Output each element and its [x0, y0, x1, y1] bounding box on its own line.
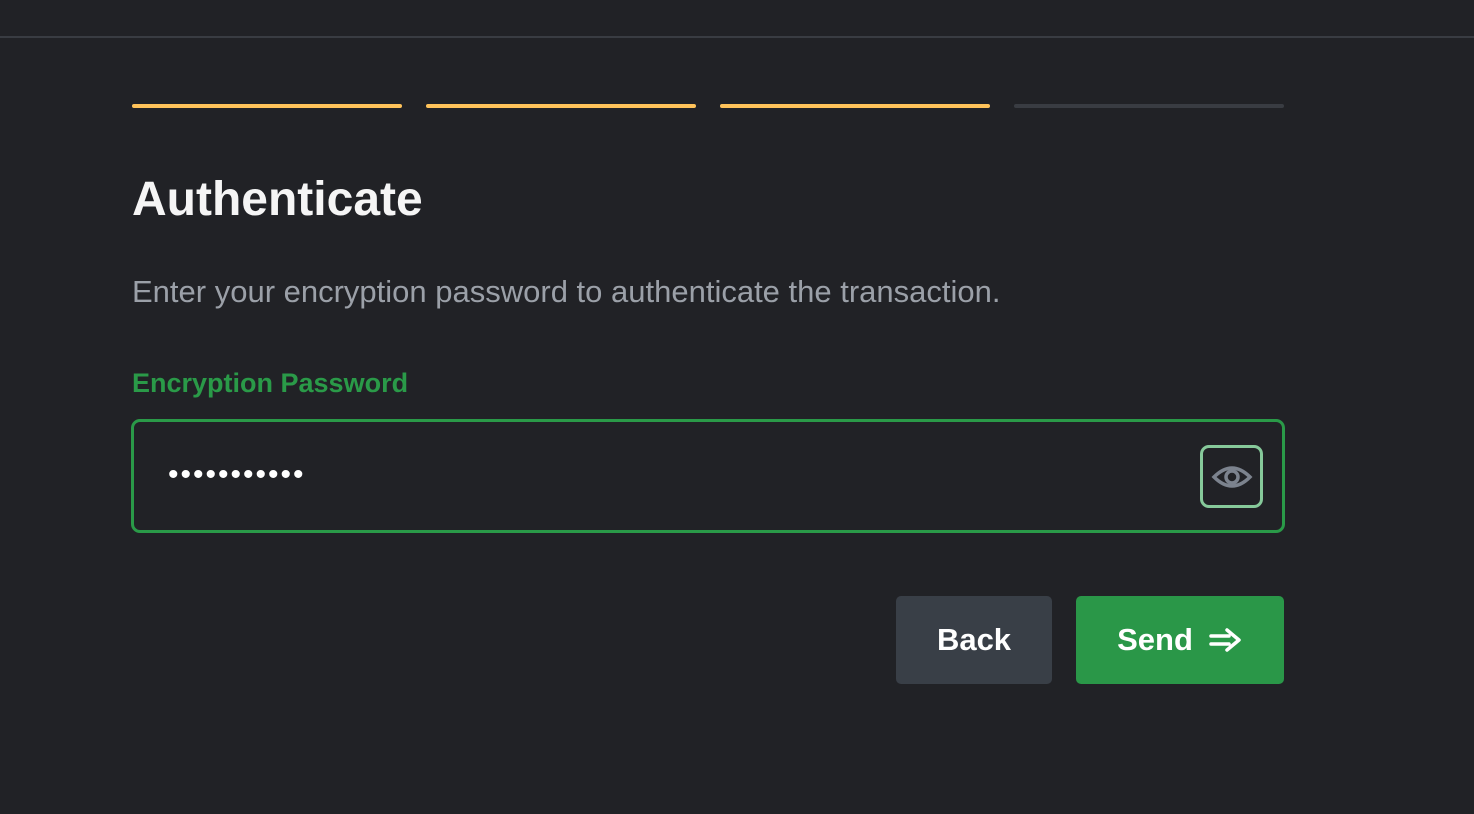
- progress-step-2: [426, 104, 696, 108]
- progress-step-3: [720, 104, 990, 108]
- page-description: Enter your encryption password to authen…: [132, 274, 1001, 309]
- send-button[interactable]: Send: [1076, 596, 1284, 684]
- page-title: Authenticate: [132, 173, 423, 226]
- password-input[interactable]: •••••••••••: [131, 419, 1285, 533]
- top-bar: [0, 0, 1474, 38]
- password-value: •••••••••••: [168, 458, 306, 491]
- arrow-right-icon: [1209, 628, 1241, 652]
- progress-step-1: [132, 104, 402, 108]
- eye-icon: [1211, 465, 1252, 488]
- back-label: Back: [936, 622, 1012, 657]
- send-label: Send: [1117, 622, 1193, 657]
- back-button[interactable]: Back: [896, 596, 1052, 684]
- password-label: Encryption Password: [132, 368, 409, 398]
- progress-step-4: [1014, 104, 1284, 108]
- toggle-visibility-button[interactable]: [1200, 445, 1263, 508]
